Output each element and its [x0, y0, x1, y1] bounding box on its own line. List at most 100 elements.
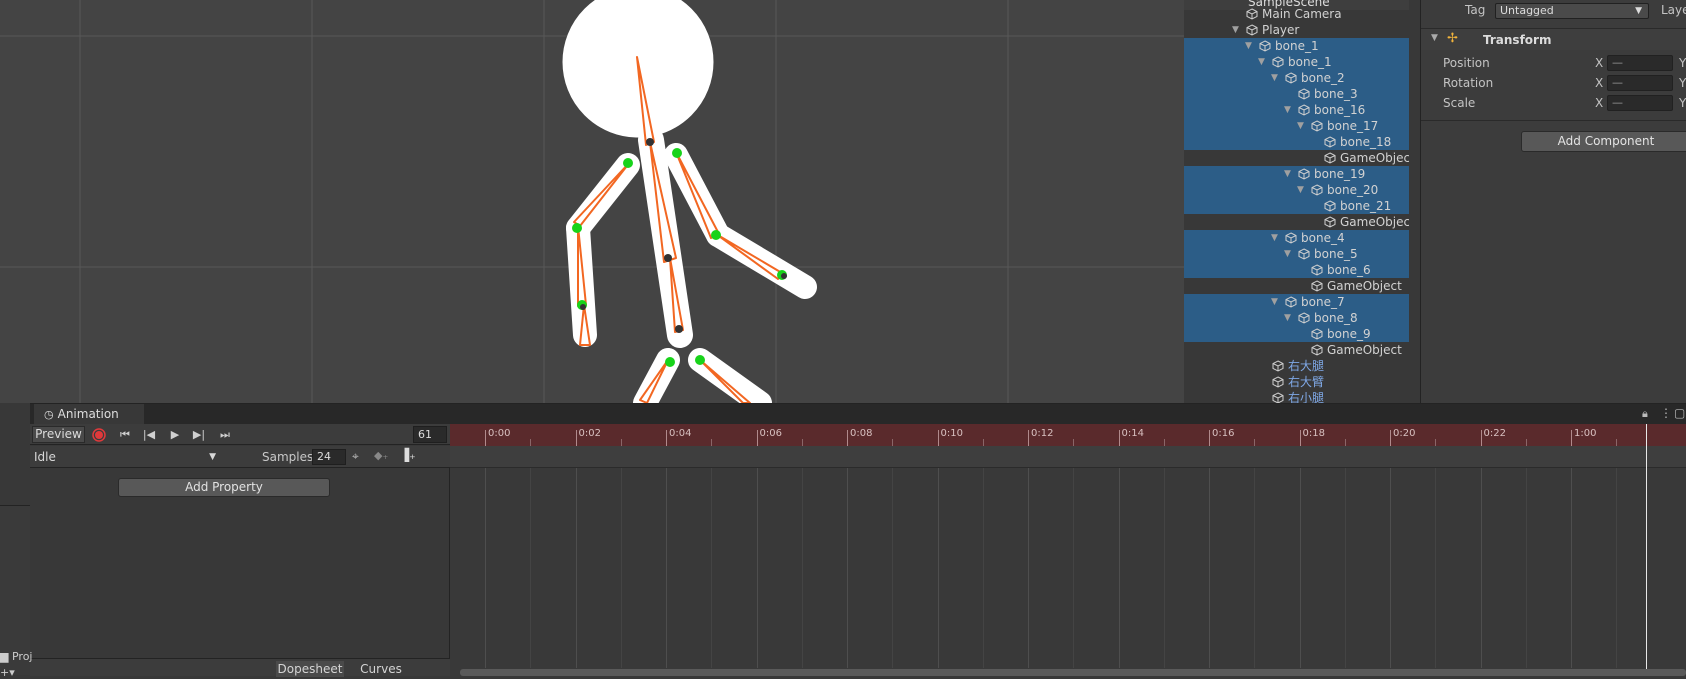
first-frame-button[interactable]: ⏮	[114, 426, 136, 443]
rotation-x-axis: X	[1595, 76, 1604, 90]
ruler-minor-tick	[1616, 439, 1618, 446]
timeline-gridline	[1254, 468, 1256, 668]
add-icon[interactable]: +▾	[0, 666, 15, 679]
hierarchy-item-label: GameObject	[1340, 215, 1409, 229]
hierarchy-item[interactable]: ▼ bone_20	[1184, 182, 1409, 198]
hierarchy-item-label: bone_1	[1275, 39, 1319, 53]
hierarchy-item[interactable]: ▼ bone_1	[1184, 54, 1409, 70]
hierarchy-item[interactable]: GameObject	[1184, 278, 1409, 294]
hierarchy-item[interactable]: bone_9	[1184, 326, 1409, 342]
add-event-icon[interactable]: ▐₊	[400, 448, 416, 462]
hierarchy-item[interactable]: ▼ bone_1	[1184, 38, 1409, 54]
hierarchy-item[interactable]: 右大臂	[1184, 374, 1409, 390]
filter-icon[interactable]: ⌖	[352, 449, 359, 464]
tag-dropdown[interactable]: Untagged ▼	[1495, 3, 1649, 19]
inspector-panel[interactable]: Tag Untagged ▼ Laye ▼ ✢ Transform Positi…	[1420, 0, 1686, 403]
timeline-gridline	[1435, 468, 1437, 668]
properties-pane[interactable]: Add Property	[30, 468, 450, 676]
time-ruler[interactable]: 0:00 0:02 0:04 0:06 0:08 0:10 0:12 0:14 0:16 0:18…	[450, 424, 1686, 446]
timeline-gridline	[1480, 468, 1482, 668]
hierarchy-item[interactable]: ▼ bone_7	[1184, 294, 1409, 310]
foldout-arrow-icon[interactable]: ▼	[1284, 102, 1294, 118]
hierarchy-item[interactable]: ▼ bone_4	[1184, 230, 1409, 246]
foldout-arrow-icon[interactable]: ▼	[1297, 118, 1307, 134]
maximize-icon[interactable]: ▢	[1674, 406, 1685, 420]
more-options-icon[interactable]: ⋮	[1660, 406, 1672, 420]
gameobject-icon	[1259, 40, 1271, 52]
ruler-tick-label: 0:14	[1121, 428, 1144, 439]
timeline-gridline	[1073, 468, 1075, 668]
hierarchy-item[interactable]: ▼ bone_2	[1184, 70, 1409, 86]
play-button[interactable]: ▶	[164, 426, 186, 443]
foldout-arrow-icon[interactable]: ▼	[1271, 230, 1281, 246]
timeline-gridline	[801, 468, 803, 668]
rotation-y-axis: Y	[1679, 76, 1686, 90]
foldout-arrow-icon[interactable]: ▼	[1297, 182, 1307, 198]
hierarchy-item[interactable]: bone_21	[1184, 198, 1409, 214]
timeline[interactable]: 0:00 0:02 0:04 0:06 0:08 0:10 0:12 0:14 0:16 0:18…	[450, 424, 1686, 676]
animation-tab[interactable]: ◷ Animation	[34, 404, 144, 424]
hierarchy-item[interactable]: ▼ bone_5	[1184, 246, 1409, 262]
hierarchy-item-label: 右小腿	[1288, 391, 1325, 403]
hierarchy-item[interactable]: Main Camera	[1184, 6, 1409, 22]
foldout-arrow-icon[interactable]: ▼	[1271, 70, 1281, 86]
samples-field[interactable]: 24	[312, 449, 346, 465]
foldout-arrow-icon[interactable]: ▼	[1284, 310, 1294, 326]
hierarchy-item[interactable]: GameObject	[1184, 150, 1409, 166]
record-button[interactable]	[88, 426, 110, 443]
foldout-arrow-icon[interactable]: ▼	[1431, 33, 1438, 43]
ruler-minor-tick	[982, 439, 984, 446]
hierarchy-item[interactable]: ▼ bone_16	[1184, 102, 1409, 118]
timeline-gridline	[756, 468, 758, 668]
hierarchy-item[interactable]: bone_18	[1184, 134, 1409, 150]
scene-view[interactable]	[0, 0, 1184, 403]
ruler-tick	[1390, 430, 1391, 446]
rotation-x-field[interactable]: —	[1607, 75, 1673, 91]
transform-header[interactable]: ▼ ✢ Transform	[1421, 28, 1686, 50]
timeline-gridline	[1344, 468, 1346, 668]
timeline-gridline	[1616, 468, 1618, 668]
foldout-arrow-icon[interactable]: ▼	[1271, 294, 1281, 310]
hierarchy-item[interactable]: GameObject	[1184, 214, 1409, 230]
hierarchy-item[interactable]: 右小腿	[1184, 390, 1409, 403]
animation-controls: Preview ⏮ |◀ ▶ ▶| ⏭ 61	[30, 424, 450, 445]
hierarchy-item[interactable]: ▼ Player	[1184, 22, 1409, 38]
next-frame-button[interactable]: ▶|	[188, 426, 210, 443]
playhead[interactable]	[1646, 424, 1647, 676]
foldout-arrow-icon[interactable]: ▼	[1232, 22, 1242, 38]
ruler-minor-tick	[1254, 439, 1256, 446]
hierarchy-item[interactable]: ▼ bone_17	[1184, 118, 1409, 134]
hierarchy-item[interactable]: bone_3	[1184, 86, 1409, 102]
frame-field[interactable]: 61	[413, 426, 447, 443]
add-property-button[interactable]: Add Property	[118, 478, 330, 497]
foldout-arrow-icon[interactable]: ▼	[1258, 54, 1268, 70]
summary-keyframe-row[interactable]	[450, 446, 1686, 468]
position-x-field[interactable]: —	[1607, 55, 1673, 71]
hierarchy-panel[interactable]: SampleScene Main Camera ▼ Player ▼ bone_1 ▼ bo…	[1184, 0, 1420, 403]
scene-canvas[interactable]	[0, 0, 1184, 403]
hierarchy-item[interactable]: 右大腿	[1184, 358, 1409, 374]
add-component-button[interactable]: Add Component	[1521, 131, 1686, 152]
preview-button[interactable]: Preview	[32, 426, 85, 443]
hierarchy-item[interactable]: bone_6	[1184, 262, 1409, 278]
prev-frame-button[interactable]: |◀	[138, 426, 160, 443]
animation-window[interactable]: ◷ Animation 🔒︎ ⋮ ▢ Preview ⏮ |◀ ▶ ▶| ⏭ 61…	[30, 403, 1686, 677]
foldout-arrow-icon[interactable]: ▼	[1245, 38, 1255, 54]
last-frame-button[interactable]: ⏭	[214, 426, 236, 443]
scale-x-field[interactable]: —	[1607, 95, 1673, 111]
project-panel[interactable]: ▆ Proj +▾	[0, 505, 32, 679]
foldout-arrow-icon[interactable]: ▼	[1284, 246, 1294, 262]
lock-icon[interactable]: 🔒︎	[1642, 407, 1648, 421]
add-keyframe-icon[interactable]: ◆₊	[374, 449, 388, 462]
hierarchy-item[interactable]: ▼ bone_19	[1184, 166, 1409, 182]
project-tab[interactable]: ▆ Proj	[0, 650, 32, 663]
hierarchy-item-label: bone_18	[1340, 135, 1392, 149]
hierarchy-item-label: bone_5	[1314, 247, 1358, 261]
foldout-arrow-icon[interactable]: ▼	[1284, 166, 1294, 182]
clip-dropdown[interactable]: Idle ▼	[32, 448, 220, 466]
ruler-tick	[575, 430, 577, 446]
ruler-minor-tick	[620, 439, 622, 446]
hierarchy-item-label: bone_9	[1327, 327, 1371, 341]
hierarchy-item[interactable]: GameObject	[1184, 342, 1409, 358]
hierarchy-item[interactable]: ▼ bone_8	[1184, 310, 1409, 326]
